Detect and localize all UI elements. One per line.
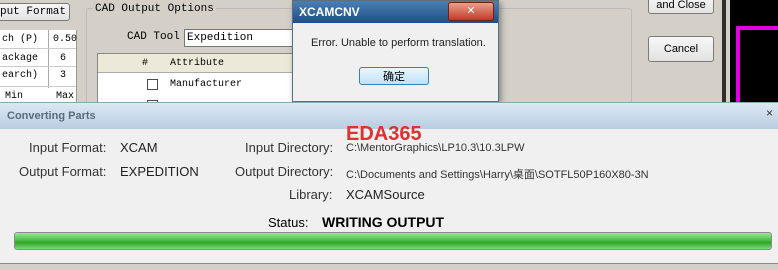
- magenta-line: [736, 26, 740, 106]
- magenta-line: [736, 26, 778, 30]
- output-format-header-button[interactable]: put Format: [0, 3, 70, 21]
- output-format-label: Output Format:: [19, 164, 107, 179]
- progress-bar: [14, 232, 772, 250]
- ok-and-close-button[interactable]: and Close: [648, 0, 714, 14]
- error-dialog-title: XCAMCNV: [299, 5, 360, 19]
- close-icon: ✕: [466, 5, 476, 17]
- output-directory-label: Output Directory:: [235, 164, 334, 179]
- col-header-attribute: Attribute: [170, 58, 225, 69]
- input-format-value: XCAM: [120, 140, 158, 155]
- row-checkbox[interactable]: [147, 79, 158, 90]
- grid-hline: [0, 86, 76, 87]
- status-value: WRITING OUTPUT: [322, 214, 445, 230]
- right-border: [722, 0, 726, 108]
- progress-fill: [15, 233, 771, 249]
- col-header-number: #: [142, 58, 149, 69]
- param-value-pitch[interactable]: 0.50: [53, 34, 77, 45]
- converting-parts-window: Converting Parts × EDA365 Input Format: …: [0, 102, 778, 270]
- input-directory-value: C:\MentorGraphics\LP10.3\10.3LPW: [346, 142, 525, 154]
- cancel-button[interactable]: Cancel: [648, 36, 714, 62]
- error-ok-button[interactable]: 确定: [359, 67, 429, 85]
- col-max: Max: [56, 91, 75, 102]
- grid-divider: [48, 30, 49, 88]
- param-label-search: earch): [2, 70, 39, 81]
- attribute-cell: Manufacturer: [170, 79, 243, 90]
- close-icon: ×: [766, 106, 774, 120]
- converting-close-button[interactable]: ×: [766, 106, 778, 124]
- col-min: Min: [5, 91, 24, 102]
- converting-title: Converting Parts: [7, 110, 96, 122]
- cad-tool-label: CAD Tool: [127, 31, 180, 43]
- error-dialog: XCAMCNV ✕ Error. Unable to perform trans…: [292, 0, 499, 102]
- param-label-package: ackage: [2, 53, 39, 64]
- converting-bottom-edge: [0, 263, 778, 270]
- status-label: Status:: [268, 215, 309, 230]
- grid-hline: [0, 66, 76, 67]
- cad-group-title: CAD Output Options: [93, 3, 216, 15]
- input-directory-label: Input Directory:: [245, 140, 334, 155]
- library-label: Library:: [289, 187, 333, 202]
- output-format-value: EXPEDITION: [120, 164, 199, 179]
- cad-tool-select[interactable]: Expedition: [184, 29, 293, 47]
- param-value-package[interactable]: 6: [60, 53, 66, 64]
- param-value-search[interactable]: 3: [60, 70, 66, 81]
- output-directory-value: C:\Documents and Settings\Harry\桌面\SOTFL…: [346, 169, 649, 181]
- input-format-label: Input Format:: [29, 140, 107, 155]
- params-grid: ch (P) 0.50 ackage 6 earch) 3 Min Max: [0, 30, 77, 102]
- param-label-pitch: ch (P): [2, 34, 39, 45]
- error-message: Error. Unable to perform translation.: [311, 37, 486, 49]
- error-close-button[interactable]: ✕: [448, 2, 494, 21]
- grid-hline: [0, 48, 76, 49]
- library-value: XCAMSource: [346, 187, 425, 202]
